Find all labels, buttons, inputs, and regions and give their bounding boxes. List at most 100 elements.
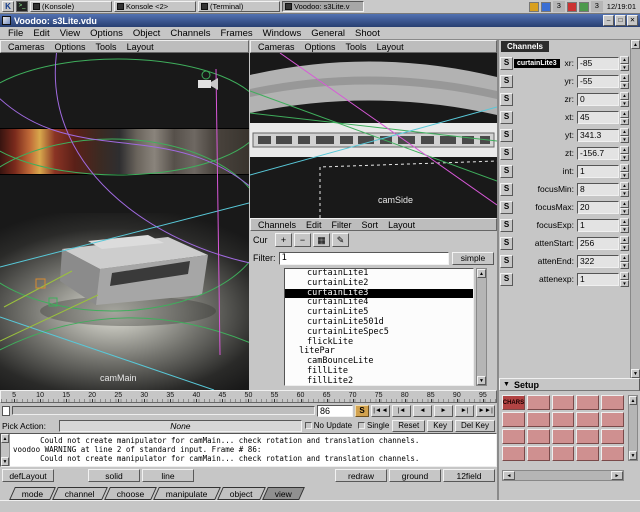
channel-list-scrollbar[interactable]: ▲ ▼: [476, 268, 487, 386]
setup-cell[interactable]: [576, 412, 599, 427]
tray-icon-4[interactable]: [579, 2, 589, 12]
current-frame-input[interactable]: [317, 405, 353, 417]
setup-cell[interactable]: [576, 395, 599, 410]
channel-value-field[interactable]: -55: [577, 75, 619, 88]
select-channel-button[interactable]: S: [500, 111, 513, 124]
tab-mode[interactable]: mode: [9, 487, 56, 500]
filter-input[interactable]: [279, 252, 450, 265]
menu-options[interactable]: Options: [85, 28, 128, 39]
setup-cell[interactable]: [601, 429, 624, 444]
taskbar-window-button[interactable]: (Terminal): [198, 1, 280, 12]
select-channel-button[interactable]: S: [500, 237, 513, 250]
simple-filter-button[interactable]: simple: [452, 252, 494, 265]
viewport-menu-layout[interactable]: Layout: [122, 42, 159, 52]
viewport-menu-layout[interactable]: Layout: [372, 42, 409, 52]
select-channel-button[interactable]: S: [500, 255, 513, 268]
stepper-down-icon[interactable]: ▼: [620, 100, 629, 108]
pick-button-reset[interactable]: Reset: [392, 420, 425, 432]
transport-button-4[interactable]: ►|: [455, 405, 474, 417]
select-channel-button[interactable]: S: [500, 219, 513, 232]
pick-button-del-key[interactable]: Del Key: [455, 420, 495, 432]
stepper-up-icon[interactable]: ▲: [620, 200, 629, 208]
channel-list-menu-layout[interactable]: Layout: [383, 220, 420, 230]
setup-header[interactable]: ▼ Setup: [499, 378, 640, 391]
channel-value-field[interactable]: 0: [577, 93, 619, 106]
scroll-up-icon[interactable]: ▲: [631, 40, 640, 49]
channel-value-field[interactable]: 256: [577, 237, 619, 250]
transport-button-1[interactable]: |◄: [392, 405, 411, 417]
menu-windows[interactable]: Windows: [258, 28, 307, 39]
stepper-down-icon[interactable]: ▼: [620, 262, 629, 270]
stepper-up-icon[interactable]: ▲: [620, 218, 629, 226]
setup-cell[interactable]: [552, 412, 575, 427]
setup-vscrollbar[interactable]: ▲ ▼: [628, 395, 638, 461]
menu-general[interactable]: General: [306, 28, 350, 39]
cur-tool-button-2[interactable]: ▦: [313, 233, 330, 247]
select-channel-button[interactable]: S: [500, 57, 513, 70]
scroll-down-icon[interactable]: ▼: [629, 451, 637, 460]
stepper-down-icon[interactable]: ▼: [620, 118, 629, 126]
desktop-pager[interactable]: 3: [553, 1, 565, 12]
stepper-down-icon[interactable]: ▼: [620, 208, 629, 216]
stepper-up-icon[interactable]: ▲: [620, 236, 629, 244]
select-channel-button[interactable]: S: [500, 93, 513, 106]
menu-frames[interactable]: Frames: [215, 28, 257, 39]
taskbar-window-button[interactable]: (Konsole): [30, 1, 112, 12]
setup-cell[interactable]: [502, 412, 525, 427]
scroll-up-icon[interactable]: ▲: [1, 434, 9, 443]
frame-s-toggle[interactable]: S: [355, 405, 369, 417]
stepper-down-icon[interactable]: ▼: [620, 64, 629, 72]
scroll-up-icon[interactable]: ▲: [477, 269, 486, 278]
transport-button-5[interactable]: ►►|: [476, 405, 495, 417]
menu-shoot[interactable]: Shoot: [350, 28, 385, 39]
channel-value-field[interactable]: 1: [577, 219, 619, 232]
tray-icon-3[interactable]: [567, 2, 577, 12]
stepper-up-icon[interactable]: ▲: [620, 110, 629, 118]
timeline-scrollbar[interactable]: [12, 406, 315, 415]
menu-view[interactable]: View: [55, 28, 85, 39]
setup-cell[interactable]: [576, 446, 599, 461]
stepper-up-icon[interactable]: ▲: [620, 92, 629, 100]
setup-cell[interactable]: [527, 412, 550, 427]
setup-cell[interactable]: [552, 446, 575, 461]
channel-value-field[interactable]: -156.7: [577, 147, 619, 160]
button-redraw[interactable]: redraw: [335, 469, 387, 482]
stepper-up-icon[interactable]: ▲: [620, 128, 629, 136]
channels-panel-title[interactable]: Channels: [501, 41, 549, 52]
button-ground[interactable]: ground: [389, 469, 441, 482]
stepper-down-icon[interactable]: ▼: [620, 280, 629, 288]
setup-hscrollbar[interactable]: ◄ ►: [502, 470, 624, 481]
tab-choose[interactable]: choose: [104, 487, 157, 500]
stepper-down-icon[interactable]: ▼: [620, 82, 629, 90]
tab-object[interactable]: object: [217, 487, 265, 500]
select-channel-button[interactable]: S: [500, 165, 513, 178]
button-deflayout[interactable]: defLayout: [2, 469, 54, 482]
channel-value-field[interactable]: 341.3: [577, 129, 619, 142]
transport-button-0[interactable]: |◄◄: [371, 405, 390, 417]
select-channel-button[interactable]: S: [500, 273, 513, 286]
viewport-menu-cameras[interactable]: Cameras: [253, 42, 300, 52]
select-channel-button[interactable]: S: [500, 201, 513, 214]
chars-button[interactable]: CHARS: [502, 395, 525, 410]
checkbox-single[interactable]: Single: [358, 421, 389, 430]
tab-manipulate[interactable]: manipulate: [154, 487, 221, 500]
camSide-viewport[interactable]: camSide: [250, 53, 497, 218]
channel-value-field[interactable]: 45: [577, 111, 619, 124]
tab-view[interactable]: view: [262, 487, 305, 500]
setup-cell[interactable]: [527, 429, 550, 444]
window-titlebar[interactable]: Voodoo: s3Lite.vdu – □ ✕: [0, 14, 640, 27]
channel-list-menu-sort[interactable]: Sort: [357, 220, 384, 230]
channel-list-item[interactable]: fillLite2: [285, 377, 473, 386]
setup-cell[interactable]: [502, 429, 525, 444]
frame-ruler[interactable]: 5101520253035404550556065707580859095: [0, 390, 497, 403]
menu-edit[interactable]: Edit: [28, 28, 54, 39]
select-channel-button[interactable]: S: [500, 147, 513, 160]
cur-tool-button-1[interactable]: −: [294, 233, 311, 247]
stepper-up-icon[interactable]: ▲: [620, 254, 629, 262]
stepper-up-icon[interactable]: ▲: [620, 56, 629, 64]
stepper-up-icon[interactable]: ▲: [620, 182, 629, 190]
scroll-down-icon[interactable]: ▼: [631, 369, 640, 378]
scroll-down-icon[interactable]: ▼: [477, 376, 486, 385]
stepper-down-icon[interactable]: ▼: [620, 226, 629, 234]
tab-channel[interactable]: channel: [52, 487, 108, 500]
